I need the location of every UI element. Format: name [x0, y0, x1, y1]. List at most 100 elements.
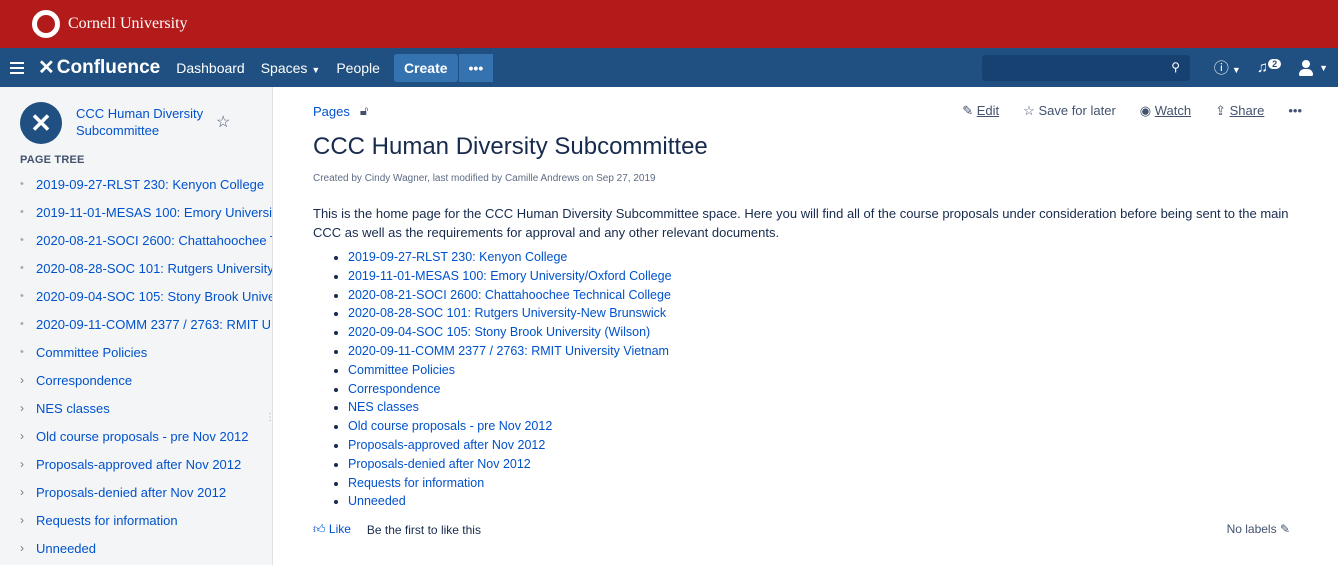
- edit-label: Edit: [976, 103, 1000, 118]
- confluence-logo-text: Confluence: [56, 56, 161, 78]
- help-icon[interactable]: ⓘ ▼: [1214, 57, 1241, 78]
- bullet-icon: •: [20, 290, 24, 302]
- child-page-link[interactable]: 2019-09-27-RLST 230: Kenyon College: [348, 250, 567, 264]
- save-for-later-label: Save for later: [1038, 103, 1116, 118]
- breadcrumb-pages[interactable]: Pages: [313, 104, 350, 119]
- edit-labels-icon[interactable]: ✎: [1280, 522, 1290, 536]
- page-tree-item[interactable]: • 2020-09-04-SOC 105: Stony Brook Univers…: [20, 282, 272, 310]
- page-tree-item[interactable]: • 2019-09-27-RLST 230: Kenyon College: [20, 170, 272, 198]
- list-item: Committee Policies: [348, 361, 1338, 380]
- page-tree-item[interactable]: › Proposals-approved after Nov 2012: [20, 450, 272, 478]
- page-content: Pages 🔓︎ ✎ Edit ☆ Save for later ◉ Watch…: [273, 87, 1338, 565]
- child-page-link[interactable]: NES classes: [348, 400, 419, 414]
- child-page-link[interactable]: 2019-11-01-MESAS 100: Emory University/O…: [348, 269, 672, 283]
- page-tree-link[interactable]: 2019-11-01-MESAS 100: Emory University/O…: [36, 205, 272, 220]
- bullet-icon: •: [20, 234, 24, 246]
- page-tree-item[interactable]: • 2020-08-21-SOCI 2600: Chattahoochee Tec…: [20, 226, 272, 254]
- like-section: 👍︎ Like Be the first to like this: [313, 522, 481, 537]
- page-tree-link[interactable]: NES classes: [36, 401, 110, 416]
- child-page-link[interactable]: 2020-09-11-COMM 2377 / 2763: RMIT Univer…: [348, 344, 669, 358]
- share-button[interactable]: ⇪ Share: [1215, 103, 1264, 119]
- chevron-right-icon[interactable]: ›: [20, 513, 36, 527]
- nav-spaces[interactable]: Spaces ▼: [261, 60, 321, 76]
- child-page-link[interactable]: 2020-09-04-SOC 105: Stony Brook Universi…: [348, 325, 650, 339]
- child-page-link[interactable]: Old course proposals - pre Nov 2012: [348, 419, 552, 433]
- page-tree-link[interactable]: 2020-09-11-COMM 2377 / 2763: RMIT Univer…: [36, 317, 272, 332]
- chevron-right-icon[interactable]: ›: [20, 485, 36, 499]
- list-item: Correspondence: [348, 380, 1338, 399]
- space-logo-icon[interactable]: ✕: [20, 102, 62, 144]
- chevron-down-icon: ▼: [1319, 62, 1328, 73]
- search-input[interactable]: ⚲: [982, 55, 1190, 81]
- page-tree-item[interactable]: • 2020-09-11-COMM 2377 / 2763: RMIT Unive…: [20, 310, 272, 338]
- page-tree-item[interactable]: • 2019-11-01-MESAS 100: Emory University/…: [20, 198, 272, 226]
- bullet-icon: •: [20, 206, 24, 218]
- page-tree-link[interactable]: 2020-09-04-SOC 105: Stony Brook Universi…: [36, 289, 272, 304]
- child-page-link[interactable]: 2020-08-21-SOCI 2600: Chattahoochee Tech…: [348, 288, 671, 302]
- bullet-icon: •: [20, 178, 24, 190]
- search-icon: ⚲: [1171, 60, 1180, 74]
- header-right-icons: ⓘ ▼ ♫ 2 ▼: [1214, 48, 1328, 87]
- page-tree-item[interactable]: › NES classes: [20, 394, 272, 422]
- nav-spaces-label: Spaces: [260, 59, 308, 76]
- page-tree-link[interactable]: Committee Policies: [36, 345, 147, 360]
- user-menu[interactable]: ▼: [1297, 59, 1328, 77]
- nav-dashboard[interactable]: Dashboard: [176, 60, 245, 76]
- nav-people[interactable]: People: [336, 60, 380, 76]
- user-icon: [1297, 59, 1315, 77]
- page-tree-link[interactable]: 2020-08-28-SOC 101: Rutgers University-N…: [36, 261, 272, 276]
- create-more-button[interactable]: •••: [457, 53, 494, 82]
- list-item: NES classes: [348, 398, 1338, 417]
- page-tree-item[interactable]: › Proposals-denied after Nov 2012: [20, 478, 272, 506]
- page-tree-item[interactable]: › Correspondence: [20, 366, 272, 394]
- child-page-link[interactable]: Proposals-approved after Nov 2012: [348, 438, 545, 452]
- notifications-icon[interactable]: ♫ 2: [1257, 59, 1282, 76]
- chevron-right-icon[interactable]: ›: [20, 457, 36, 471]
- page-tree-link[interactable]: Unneeded: [36, 541, 96, 556]
- menu-icon[interactable]: [10, 61, 24, 74]
- page-tree-link[interactable]: Proposals-approved after Nov 2012: [36, 457, 241, 472]
- chevron-right-icon[interactable]: ›: [20, 401, 36, 415]
- like-label: Like: [328, 522, 351, 536]
- page-tree-item[interactable]: › Unneeded: [20, 534, 272, 562]
- child-page-link[interactable]: 2020-08-28-SOC 101: Rutgers University-N…: [348, 306, 666, 320]
- list-item: 2019-11-01-MESAS 100: Emory University/O…: [348, 267, 1338, 286]
- child-page-link[interactable]: Unneeded: [348, 494, 406, 508]
- page-tree-item[interactable]: › Old course proposals - pre Nov 2012: [20, 422, 272, 450]
- page-tree-link[interactable]: Requests for information: [36, 513, 178, 528]
- edit-button[interactable]: ✎ Edit: [962, 103, 999, 119]
- page-tree-item[interactable]: • 2020-08-28-SOC 101: Rutgers University-…: [20, 254, 272, 282]
- page-tree-link[interactable]: 2020-08-21-SOCI 2600: Chattahoochee Tech…: [36, 233, 272, 248]
- bullet-icon: •: [20, 262, 24, 274]
- cornell-banner: Cornell University: [0, 0, 1338, 48]
- create-button[interactable]: Create: [393, 53, 458, 82]
- list-item: Unneeded: [348, 492, 1338, 511]
- sidebar-resize-handle[interactable]: ⋮: [265, 412, 272, 423]
- cornell-name[interactable]: Cornell University: [68, 15, 188, 33]
- page-intro: This is the home page for the CCC Human …: [313, 206, 1289, 240]
- page-tree-link[interactable]: Correspondence: [36, 373, 132, 388]
- page-tree-link[interactable]: Proposals-denied after Nov 2012: [36, 485, 226, 500]
- page-title: CCC Human Diversity Subcommittee: [313, 133, 708, 160]
- page-tree-item[interactable]: › Requests for information: [20, 506, 272, 534]
- page-tree-link[interactable]: Old course proposals - pre Nov 2012: [36, 429, 248, 444]
- watch-button[interactable]: ◉ Watch: [1140, 103, 1191, 119]
- space-name-link[interactable]: CCC Human Diversity Subcommittee: [76, 105, 206, 139]
- save-for-later-button[interactable]: ☆ Save for later: [1023, 103, 1116, 119]
- unlock-icon[interactable]: 🔓︎: [360, 103, 368, 119]
- star-icon[interactable]: ☆: [216, 112, 230, 132]
- child-page-link[interactable]: Correspondence: [348, 382, 440, 396]
- cornell-seal-icon[interactable]: [32, 10, 60, 38]
- like-button[interactable]: 👍︎ Like: [313, 522, 351, 537]
- child-page-link[interactable]: Committee Policies: [348, 363, 455, 377]
- confluence-logo[interactable]: ✕ Confluence: [38, 55, 160, 80]
- page-tree-item[interactable]: • Committee Policies: [20, 338, 272, 366]
- page-tree-link[interactable]: 2019-09-27-RLST 230: Kenyon College: [36, 177, 264, 192]
- child-page-link[interactable]: Proposals-denied after Nov 2012: [348, 457, 531, 471]
- more-actions-button[interactable]: •••: [1288, 103, 1302, 119]
- chevron-right-icon[interactable]: ›: [20, 373, 36, 387]
- list-item: Requests for information: [348, 474, 1338, 493]
- chevron-right-icon[interactable]: ›: [20, 429, 36, 443]
- child-page-link[interactable]: Requests for information: [348, 476, 484, 490]
- chevron-right-icon[interactable]: ›: [20, 541, 36, 555]
